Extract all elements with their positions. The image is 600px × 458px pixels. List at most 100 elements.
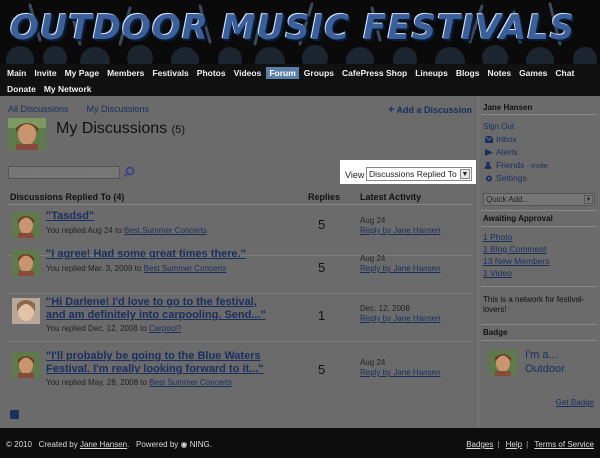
- sidebar-item-alerts[interactable]: Alerts: [485, 147, 518, 157]
- activity-date: Aug 24: [360, 358, 386, 367]
- sidebar-item-inbox[interactable]: Inbox: [485, 134, 517, 144]
- nav-item-games[interactable]: Games: [516, 67, 550, 79]
- nav-item-my-page[interactable]: My Page: [62, 67, 103, 79]
- view-label: View: [345, 170, 365, 180]
- invite-link[interactable]: - Invite: [527, 163, 548, 170]
- page-title-text: My Discussions: [56, 120, 168, 137]
- nav-item-photos[interactable]: Photos: [194, 67, 229, 79]
- site-header: OUTDOOR MUSIC FESTIVALS: [0, 0, 600, 64]
- footer-terms-link[interactable]: Terms of Service: [534, 440, 594, 449]
- chevron-down-icon: ▼: [584, 195, 593, 204]
- nav-item-videos[interactable]: Videos: [231, 67, 265, 79]
- sidebar-item-settings[interactable]: Settings: [485, 173, 527, 183]
- table-row: "I agree! Had some great times there." Y…: [8, 244, 472, 294]
- discussion-title-link[interactable]: "I'll probably be going to the Blue Wate…: [46, 350, 306, 376]
- quick-add-select[interactable]: Quick Add... ▼: [483, 193, 595, 206]
- forum-link[interactable]: Carpool?: [149, 324, 181, 333]
- discussion-title-link[interactable]: "Hi Darlene! I'd love to go to the festi…: [46, 296, 306, 322]
- nav-item-cafepress-shop[interactable]: CafePress Shop: [339, 67, 410, 79]
- column-header-replies: Replies: [308, 192, 341, 202]
- activity-reply-link[interactable]: Reply by Jane Hansen: [360, 368, 441, 377]
- divider: [481, 210, 597, 211]
- activity-date: Aug 24: [360, 216, 386, 225]
- activity-reply-link[interactable]: Reply by Jane Hansen: [360, 314, 441, 323]
- view-filter-select[interactable]: Discussions Replied To ▼: [366, 167, 472, 181]
- approval-blog-comment-link[interactable]: 1 Blog Comment: [483, 244, 546, 254]
- badge-widget[interactable]: I'm a... Outdoor: [483, 346, 597, 388]
- discussion-title-link[interactable]: "Tasdsd": [46, 210, 296, 223]
- reply-count: 5: [318, 260, 326, 275]
- nav-row-secondary: Donate My Network: [4, 83, 97, 95]
- network-description: This is a network for festival-lovers!: [483, 295, 585, 314]
- rss-icon[interactable]: [10, 410, 19, 419]
- plus-icon: +: [388, 104, 395, 116]
- row-avatar[interactable]: [12, 212, 40, 238]
- footer-help-link[interactable]: Help: [506, 440, 522, 449]
- column-header-topic: Discussions Replied To (4): [10, 192, 125, 202]
- view-selected-value: Discussions Replied To: [369, 169, 457, 179]
- nav-item-notes[interactable]: Notes: [484, 67, 514, 79]
- activity-reply-link[interactable]: Reply by Jane Hansen: [360, 226, 441, 235]
- reply-count: 5: [318, 362, 326, 377]
- main-content: All Discussions My Discussions + Add a Di…: [0, 96, 478, 428]
- gear-icon: [486, 175, 492, 182]
- nav-item-blogs[interactable]: Blogs: [453, 67, 483, 79]
- approval-new-members-link[interactable]: 13 New Members: [483, 256, 550, 266]
- row-avatar[interactable]: [12, 298, 40, 324]
- nav-item-lineups[interactable]: Lineups: [412, 67, 451, 79]
- friends-icon: [485, 162, 491, 170]
- sign-out-link[interactable]: Sign Out: [483, 122, 514, 131]
- reply-count: 1: [318, 308, 326, 323]
- quick-add-value: Quick Add...: [486, 195, 530, 204]
- ning-logo-icon[interactable]: ◉ NING.: [181, 440, 212, 449]
- site-footer: © 2010 Created by Jane Hansen. Powered b…: [0, 428, 600, 458]
- tab-all-discussions[interactable]: All Discussions: [8, 104, 69, 114]
- nav-item-my-network[interactable]: My Network: [41, 83, 95, 95]
- forum-link[interactable]: Best Summer Concerts: [124, 226, 207, 235]
- divider: [481, 226, 597, 227]
- discussion-tabs: All Discussions My Discussions: [8, 104, 149, 114]
- badge-avatar: [489, 350, 517, 376]
- divider: [481, 286, 597, 287]
- row-avatar[interactable]: [12, 250, 40, 276]
- table-header: Discussions Replied To (4) Replies Lates…: [8, 192, 472, 204]
- reply-count: 5: [318, 217, 326, 232]
- nav-item-festivals[interactable]: Festivals: [149, 67, 191, 79]
- discussion-count: (5): [171, 124, 186, 136]
- nav-item-groups[interactable]: Groups: [301, 67, 337, 79]
- footer-links: Badges | Help | Terms of Service: [466, 440, 594, 449]
- row-avatar[interactable]: [12, 352, 40, 378]
- tab-my-discussions[interactable]: My Discussions: [87, 104, 150, 114]
- sidebar: Jane Hansen Sign Out Inbox Alerts Friend…: [478, 96, 600, 428]
- nav-item-members[interactable]: Members: [104, 67, 147, 79]
- nav-item-donate[interactable]: Donate: [4, 83, 39, 95]
- add-discussion-label: Add a Discussion: [396, 105, 472, 115]
- divider: [481, 340, 597, 341]
- nav-item-forum[interactable]: Forum: [266, 67, 299, 79]
- forum-link[interactable]: Best Summer Concerts: [149, 378, 232, 387]
- nav-item-main[interactable]: Main: [4, 67, 29, 79]
- nav-item-chat[interactable]: Chat: [552, 67, 577, 79]
- discussion-title-link[interactable]: "I agree! Had some great times there.": [46, 248, 306, 261]
- site-title[interactable]: OUTDOOR MUSIC FESTIVALS: [10, 8, 575, 48]
- search-icon[interactable]: [123, 166, 135, 178]
- reply-meta: You replied May. 28, 2008 to Best Summer…: [46, 378, 232, 387]
- activity-reply-link[interactable]: Reply by Jane Hansen: [360, 264, 441, 273]
- nav-item-invite[interactable]: Invite: [31, 67, 59, 79]
- add-discussion-button[interactable]: + Add a Discussion: [388, 104, 472, 116]
- approval-video-link[interactable]: 1 Video: [483, 268, 512, 278]
- main-navigation: Main Invite My Page Members Festivals Photos V…: [0, 64, 600, 96]
- user-avatar[interactable]: [8, 118, 46, 150]
- approval-photo-link[interactable]: 1 Photo: [483, 232, 512, 242]
- creator-link[interactable]: Jane Hansen: [80, 440, 127, 449]
- sidebar-item-friends[interactable]: Friends - Invite: [485, 160, 548, 170]
- column-header-latest-activity: Latest Activity: [360, 192, 422, 202]
- forum-link[interactable]: Best Summer Concerts: [144, 264, 227, 273]
- reply-meta: You replied Aug 24 to Best Summer Concer…: [46, 226, 207, 235]
- badge-heading: Badge: [483, 328, 508, 337]
- get-badge-link[interactable]: Get Badge: [556, 398, 594, 407]
- table-row: "I'll probably be going to the Blue Wate…: [8, 346, 472, 396]
- footer-badges-link[interactable]: Badges: [466, 440, 493, 449]
- alert-icon: [485, 149, 493, 157]
- search-by-author-input[interactable]: [8, 166, 120, 179]
